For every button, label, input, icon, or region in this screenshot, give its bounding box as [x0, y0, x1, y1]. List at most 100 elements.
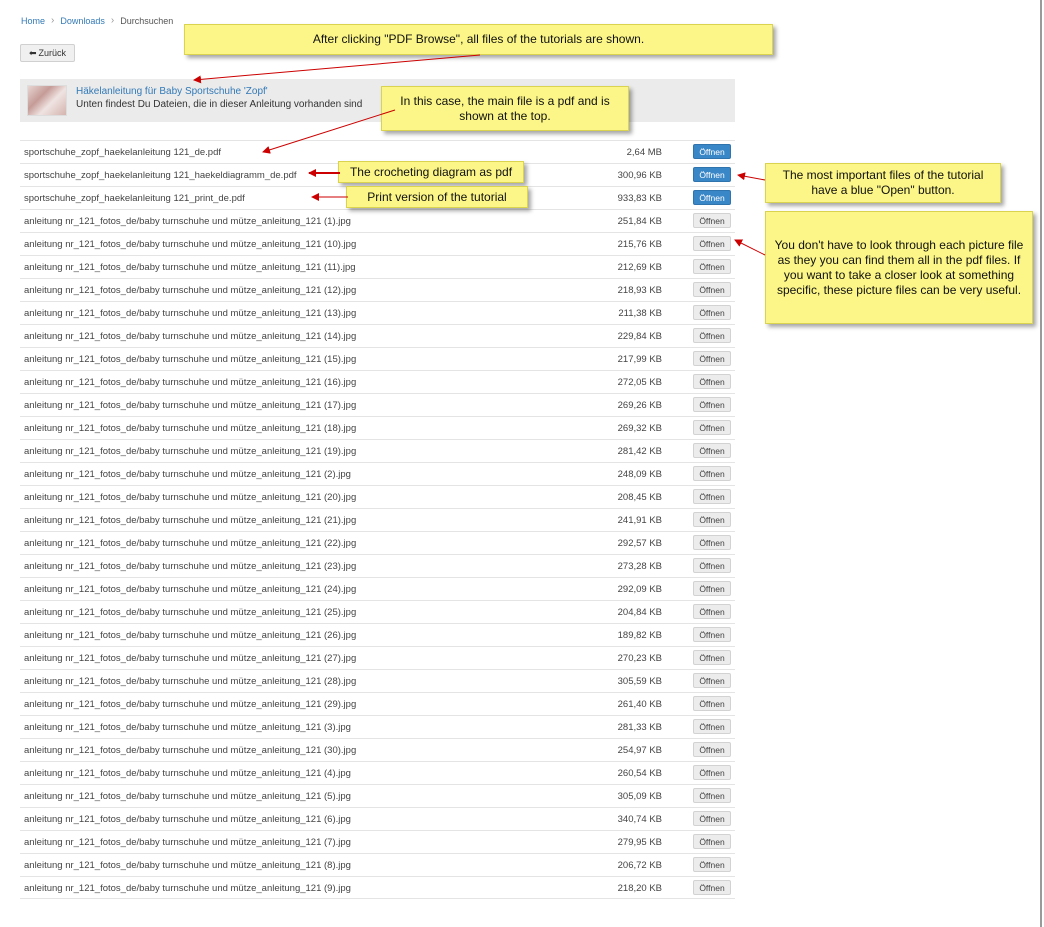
- breadcrumb: Home › Downloads › Durchsuchen: [21, 15, 173, 26]
- file-name: anleitung nr_121_fotos_de/baby turnschuh…: [24, 423, 357, 434]
- callout-pdf-browse: After clicking "PDF Browse", all files o…: [184, 24, 773, 55]
- open-button[interactable]: Öffnen: [693, 650, 731, 665]
- file-size: 254,97 KB: [617, 745, 662, 756]
- window-edge: [1040, 0, 1042, 927]
- file-size: 218,20 KB: [617, 883, 662, 894]
- file-name: anleitung nr_121_fotos_de/baby turnschuh…: [24, 814, 351, 825]
- file-row: anleitung nr_121_fotos_de/baby turnschuh…: [20, 623, 735, 646]
- file-row: anleitung nr_121_fotos_de/baby turnschuh…: [20, 715, 735, 738]
- file-row: anleitung nr_121_fotos_de/baby turnschuh…: [20, 577, 735, 600]
- open-button[interactable]: Öffnen: [693, 144, 731, 159]
- file-name: anleitung nr_121_fotos_de/baby turnschuh…: [24, 837, 351, 848]
- file-name: anleitung nr_121_fotos_de/baby turnschuh…: [24, 331, 357, 342]
- file-name: anleitung nr_121_fotos_de/baby turnschuh…: [24, 216, 351, 227]
- file-name: anleitung nr_121_fotos_de/baby turnschuh…: [24, 239, 357, 250]
- file-name: anleitung nr_121_fotos_de/baby turnschuh…: [24, 630, 357, 641]
- breadcrumb-home-link[interactable]: Home: [21, 16, 45, 26]
- file-size: 2,64 MB: [626, 147, 662, 158]
- file-row: anleitung nr_121_fotos_de/baby turnschuh…: [20, 784, 735, 807]
- open-button[interactable]: Öffnen: [693, 305, 731, 320]
- open-button[interactable]: Öffnen: [693, 443, 731, 458]
- open-button[interactable]: Öffnen: [693, 719, 731, 734]
- file-row: anleitung nr_121_fotos_de/baby turnschuh…: [20, 830, 735, 853]
- open-button[interactable]: Öffnen: [693, 857, 731, 872]
- open-button[interactable]: Öffnen: [693, 259, 731, 274]
- open-button[interactable]: Öffnen: [693, 673, 731, 688]
- file-row: anleitung nr_121_fotos_de/baby turnschuh…: [20, 531, 735, 554]
- open-button[interactable]: Öffnen: [693, 558, 731, 573]
- arrow-to-open-button: [737, 172, 766, 181]
- file-name: anleitung nr_121_fotos_de/baby turnschuh…: [24, 699, 357, 710]
- open-button[interactable]: Öffnen: [693, 811, 731, 826]
- open-button[interactable]: Öffnen: [693, 604, 731, 619]
- open-button[interactable]: Öffnen: [693, 282, 731, 297]
- open-button[interactable]: Öffnen: [693, 696, 731, 711]
- file-size: 211,38 KB: [618, 308, 662, 319]
- file-row: anleitung nr_121_fotos_de/baby turnschuh…: [20, 416, 735, 439]
- file-row: anleitung nr_121_fotos_de/baby turnschuh…: [20, 301, 735, 324]
- file-row: anleitung nr_121_fotos_de/baby turnschuh…: [20, 324, 735, 347]
- file-row: anleitung nr_121_fotos_de/baby turnschuh…: [20, 692, 735, 715]
- file-row: anleitung nr_121_fotos_de/baby turnschuh…: [20, 508, 735, 531]
- file-size: 269,26 KB: [617, 400, 662, 411]
- arrow-left-icon: ⬅: [28, 47, 37, 58]
- open-button[interactable]: Öffnen: [693, 351, 731, 366]
- open-button[interactable]: Öffnen: [693, 420, 731, 435]
- file-name: anleitung nr_121_fotos_de/baby turnschuh…: [24, 653, 357, 664]
- file-size: 218,93 KB: [617, 285, 662, 296]
- open-button[interactable]: Öffnen: [693, 236, 731, 251]
- file-row: anleitung nr_121_fotos_de/baby turnschuh…: [20, 807, 735, 830]
- file-name: sportschuhe_zopf_haekelanleitung 121_de.…: [24, 147, 222, 158]
- open-button[interactable]: Öffnen: [693, 489, 731, 504]
- file-size: 204,84 KB: [617, 607, 662, 618]
- file-row: anleitung nr_121_fotos_de/baby turnschuh…: [20, 278, 735, 301]
- open-button[interactable]: Öffnen: [693, 512, 731, 527]
- file-row: anleitung nr_121_fotos_de/baby turnschuh…: [20, 209, 735, 232]
- file-size: 248,09 KB: [617, 469, 662, 480]
- file-name: anleitung nr_121_fotos_de/baby turnschuh…: [24, 722, 351, 733]
- callout-open-button: The most important files of the tutorial…: [765, 163, 1001, 203]
- file-name: sportschuhe_zopf_haekelanleitung 121_hae…: [24, 170, 297, 181]
- open-button[interactable]: Öffnen: [693, 834, 731, 849]
- open-button[interactable]: Öffnen: [693, 328, 731, 343]
- file-name: anleitung nr_121_fotos_de/baby turnschuh…: [24, 262, 356, 273]
- file-size: 273,28 KB: [617, 561, 662, 572]
- file-size: 305,09 KB: [617, 791, 662, 802]
- open-button[interactable]: Öffnen: [693, 466, 731, 481]
- file-size: 272,05 KB: [617, 377, 662, 388]
- file-name: anleitung nr_121_fotos_de/baby turnschuh…: [24, 285, 357, 296]
- file-name: anleitung nr_121_fotos_de/baby turnschuh…: [24, 768, 351, 779]
- file-size: 241,91 KB: [617, 515, 662, 526]
- file-row: anleitung nr_121_fotos_de/baby turnschuh…: [20, 485, 735, 508]
- open-button[interactable]: Öffnen: [693, 167, 731, 182]
- open-button[interactable]: Öffnen: [693, 880, 731, 895]
- file-size: 281,42 KB: [617, 446, 662, 457]
- file-size: 300,96 KB: [617, 170, 662, 181]
- file-row: anleitung nr_121_fotos_de/baby turnschuh…: [20, 255, 735, 278]
- open-button[interactable]: Öffnen: [693, 581, 731, 596]
- back-button[interactable]: ⬅ Zurück: [20, 44, 75, 62]
- breadcrumb-downloads-link[interactable]: Downloads: [60, 16, 105, 26]
- file-size: 305,59 KB: [617, 676, 662, 687]
- file-size: 292,57 KB: [617, 538, 662, 549]
- open-button[interactable]: Öffnen: [693, 374, 731, 389]
- open-button[interactable]: Öffnen: [693, 213, 731, 228]
- open-button[interactable]: Öffnen: [693, 190, 731, 205]
- file-name: anleitung nr_121_fotos_de/baby turnschuh…: [24, 860, 351, 871]
- open-button[interactable]: Öffnen: [693, 788, 731, 803]
- file-size: 281,33 KB: [617, 722, 662, 733]
- file-row: anleitung nr_121_fotos_de/baby turnschuh…: [20, 876, 735, 899]
- file-name: anleitung nr_121_fotos_de/baby turnschuh…: [24, 377, 357, 388]
- tutorial-title-link[interactable]: Häkelanleitung für Baby Sportschuhe 'Zop…: [76, 86, 268, 97]
- file-row: anleitung nr_121_fotos_de/baby turnschuh…: [20, 347, 735, 370]
- file-size: 261,40 KB: [617, 699, 662, 710]
- open-button[interactable]: Öffnen: [693, 535, 731, 550]
- tutorial-subtitle: Unten findest Du Dateien, die in dieser …: [76, 99, 363, 110]
- open-button[interactable]: Öffnen: [693, 397, 731, 412]
- file-row: anleitung nr_121_fotos_de/baby turnschuh…: [20, 370, 735, 393]
- open-button[interactable]: Öffnen: [693, 765, 731, 780]
- callout-pictures: You don't have to look through each pict…: [765, 211, 1033, 324]
- open-button[interactable]: Öffnen: [693, 742, 731, 757]
- open-button[interactable]: Öffnen: [693, 627, 731, 642]
- tutorial-thumbnail[interactable]: [27, 85, 67, 116]
